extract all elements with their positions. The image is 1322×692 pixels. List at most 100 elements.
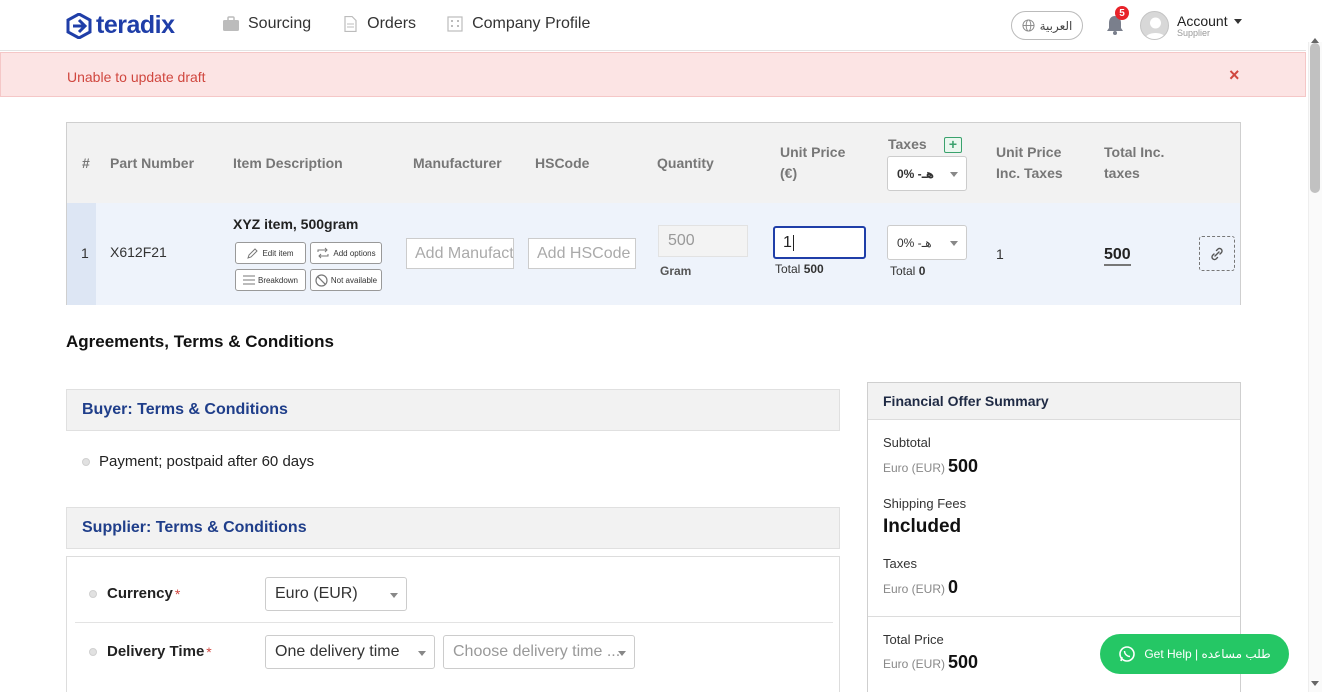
buyer-term-text: Payment; postpaid after 60 days <box>99 453 315 470</box>
scroll-down-arrow[interactable] <box>1311 681 1319 686</box>
tax-total-label: Total <box>890 264 916 278</box>
edit-item-label: Edit item <box>262 248 294 258</box>
hscode-input[interactable]: Add HSCode <box>528 238 636 269</box>
chevron-down-icon <box>418 651 426 656</box>
required-mark: * <box>174 585 181 602</box>
taxes-value-group: Euro (EUR) 0 <box>883 577 958 598</box>
header-tax-select[interactable]: 0% -ﻫـ <box>887 156 967 191</box>
total-inc-taxes: 500 <box>1104 246 1131 266</box>
items-table: # Part Number Item Description Manufactu… <box>66 122 1241 305</box>
unit-price-input[interactable]: 1 <box>773 226 866 259</box>
row-tax-select-value: 0% -ﻫـ <box>897 235 932 250</box>
language-label: العربية <box>1039 18 1073 33</box>
quantity-input[interactable]: 500 <box>658 225 748 257</box>
unit-price-inc-taxes: 1 <box>996 246 1004 262</box>
subtotal-value: 500 <box>948 456 979 476</box>
col-header-unit-price: Unit Price (€) <box>780 142 845 184</box>
unit-price-value: 1 <box>783 233 792 251</box>
currency-label-text: Currency <box>107 585 173 602</box>
header-tax-select-value: 0% -ﻫـ <box>897 166 935 181</box>
nav-sourcing-label: Sourcing <box>248 15 312 32</box>
part-number: X612F21 <box>110 244 167 260</box>
whatsapp-icon <box>1119 646 1136 662</box>
building-icon <box>447 16 463 32</box>
subtotal-value-group: Euro (EUR) 500 <box>883 456 978 477</box>
notification-badge: 5 <box>1115 6 1129 20</box>
add-tax-button[interactable]: + <box>944 137 962 153</box>
delivery-time-select[interactable]: One delivery time <box>265 635 435 669</box>
tax-total-value: 0 <box>918 264 926 278</box>
col-header-unit-price-inc-taxes: Unit Price Inc. Taxes <box>996 142 1063 184</box>
attach-link-button[interactable] <box>1199 236 1235 271</box>
teradix-logo-icon <box>66 12 92 39</box>
pencil-icon <box>247 248 259 259</box>
account-role: Supplier <box>1177 28 1211 38</box>
item-title: XYZ item, 500gram <box>233 216 359 232</box>
col-header-total-inc-line2: taxes <box>1104 165 1140 181</box>
col-header-total-inc-line1: Total Inc. <box>1104 144 1165 160</box>
tax-total: Total 0 <box>890 264 925 278</box>
nav-sourcing[interactable]: Sourcing <box>222 15 311 33</box>
main-nav: Sourcing Orders Company Profile <box>222 15 590 33</box>
add-options-label: Add options <box>333 248 376 258</box>
table-row: 1 X612F21 XYZ item, 500gram Edit item Ad… <box>67 203 1240 305</box>
list-icon <box>242 275 255 285</box>
bullet-icon <box>82 457 90 466</box>
delivery-time-select-value: One delivery time <box>275 643 400 660</box>
paperclip-icon <box>1211 247 1223 260</box>
nav-orders-label: Orders <box>367 15 417 32</box>
get-help-label: Get Help | طلب مساعده <box>1144 647 1271 661</box>
price-total: Total 500 <box>775 262 824 276</box>
top-header: teradix Sourcing Orders Company Profile … <box>0 0 1306 51</box>
col-header-manufacturer: Manufacturer <box>413 155 502 171</box>
brand-logo[interactable]: teradix <box>66 11 175 40</box>
divider <box>868 616 1240 617</box>
breakdown-label: Breakdown <box>257 275 299 285</box>
not-available-button[interactable]: Not available <box>310 269 382 291</box>
delivery-time-label: Delivery Time * <box>89 643 212 660</box>
col-header-unit-price-inc-line1: Unit Price <box>996 144 1062 160</box>
manufacturer-input[interactable]: Add Manufacturer <box>406 238 514 269</box>
chevron-down-icon <box>618 651 626 656</box>
scrollbar-thumb[interactable] <box>1310 43 1320 193</box>
shipping-fees-value: Included <box>883 516 962 537</box>
currency-select-value: Euro (EUR) <box>275 585 358 602</box>
currency-select[interactable]: Euro (EUR) <box>265 577 407 611</box>
breakdown-button[interactable]: Breakdown <box>235 269 306 291</box>
nav-orders[interactable]: Orders <box>341 15 416 33</box>
delivery-time-detail-select[interactable]: Choose delivery time ... <box>443 635 635 669</box>
add-options-button[interactable]: Add options <box>310 242 382 264</box>
text-cursor <box>792 234 794 251</box>
close-icon[interactable]: × <box>1229 65 1240 86</box>
repeat-icon <box>317 247 329 259</box>
scroll-up-arrow[interactable] <box>1311 38 1319 43</box>
taxes-value: 0 <box>948 577 959 597</box>
edit-item-button[interactable]: Edit item <box>235 242 306 264</box>
quantity-unit: Gram <box>660 264 692 278</box>
col-header-item-description: Item Description <box>233 155 343 171</box>
ban-icon <box>315 273 328 287</box>
language-toggle[interactable]: العربية <box>1011 11 1083 40</box>
col-header-taxes: Taxes <box>888 136 927 152</box>
total-price-label: Total Price <box>883 632 944 647</box>
nav-company-profile[interactable]: Company Profile <box>446 15 590 33</box>
subtotal-label: Subtotal <box>883 435 931 450</box>
total-price-currency: Euro (EUR) <box>883 657 946 671</box>
shipping-fees-label: Shipping Fees <box>883 496 967 511</box>
not-available-label: Not available <box>330 275 378 285</box>
get-help-button[interactable]: Get Help | طلب مساعده <box>1100 634 1289 674</box>
document-icon <box>344 16 357 32</box>
avatar[interactable] <box>1140 11 1169 40</box>
subtotal-currency: Euro (EUR) <box>883 461 946 475</box>
chevron-down-icon <box>390 593 398 598</box>
bullet-icon <box>89 647 97 656</box>
account-menu[interactable]: Account Supplier <box>1177 13 1242 38</box>
delivery-time-placeholder: Choose delivery time ... <box>453 643 621 660</box>
chevron-down-icon <box>1233 18 1242 24</box>
agreements-title: Agreements, Terms & Conditions <box>66 332 334 351</box>
brand-name: teradix <box>96 11 175 39</box>
supplier-terms-heading: Supplier: Terms & Conditions <box>66 507 840 549</box>
chevron-down-icon <box>950 172 958 177</box>
row-tax-select[interactable]: 0% -ﻫـ <box>887 225 967 260</box>
col-header-quantity: Quantity <box>657 155 714 171</box>
